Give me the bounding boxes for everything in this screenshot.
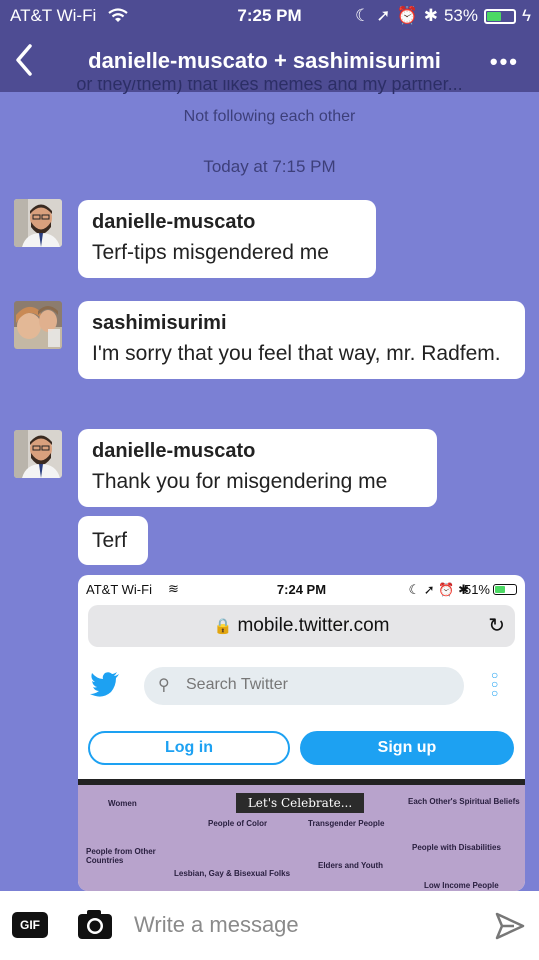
- avatar[interactable]: [14, 301, 62, 349]
- attachment-status-bar: AT&T Wi-Fi ≋ 7:24 PM ☾ ➚ ⏰ ✱ 51%: [78, 575, 525, 603]
- poster-item: People from Other Countries: [86, 847, 156, 865]
- reload-icon: ↻: [488, 615, 505, 637]
- battery-icon: [493, 584, 517, 595]
- moon-icon: ☾: [355, 6, 371, 25]
- twitter-bird-icon: [90, 672, 119, 697]
- poster-item: Low Income People: [424, 881, 499, 890]
- message-text: I'm sorry that you feel that way, mr. Ra…: [92, 342, 501, 365]
- message-sender[interactable]: danielle-muscato: [92, 211, 362, 234]
- avatar[interactable]: [14, 430, 62, 478]
- status-icons: ☾ ➚ ⏰ ✱: [408, 582, 469, 597]
- bluetooth-icon: ✱: [423, 6, 438, 25]
- message-text: Thank you for misgendering me: [92, 470, 388, 493]
- message-sender[interactable]: sashimisurimi: [92, 312, 511, 335]
- location-icon: ➚: [376, 6, 391, 25]
- battery-percent: 53%: [443, 6, 478, 25]
- send-icon[interactable]: [494, 910, 526, 942]
- poster-item: Transgender People: [308, 819, 385, 828]
- twitter-search-row: ⚲ Search Twitter ○ ○ ○: [78, 667, 525, 707]
- more-options-icon[interactable]: •••: [490, 49, 519, 75]
- message-composer: GIF: [0, 891, 539, 960]
- gif-button[interactable]: GIF: [12, 912, 48, 938]
- alarm-icon: ⏰: [396, 6, 418, 25]
- battery-icon: [484, 8, 516, 24]
- message-bubble: danielle-muscato Terf-tips misgendered m…: [78, 200, 376, 278]
- message-bubble: sashimisurimi I'm sorry that you feel th…: [78, 301, 525, 379]
- message-input[interactable]: [134, 910, 464, 940]
- charging-icon: ϟ: [522, 6, 531, 25]
- address-bar: 🔒 mobile.twitter.com ↻: [88, 605, 515, 647]
- poster-item: Elders and Youth: [318, 861, 384, 870]
- back-chevron-icon[interactable]: [10, 42, 40, 78]
- search-placeholder: Search Twitter: [186, 676, 288, 693]
- follow-status: Not following each other: [183, 108, 356, 125]
- camera-icon[interactable]: [77, 908, 113, 940]
- poster-item: People of Color: [208, 819, 268, 828]
- battery-percent: 51%: [463, 582, 490, 597]
- poster-item: People with Disabilities: [412, 843, 501, 852]
- message-text: Terf: [92, 529, 128, 552]
- search-icon: ⚲: [158, 677, 170, 694]
- conversation-title: danielle-muscato + sashimisurimi: [88, 48, 441, 73]
- image-attachment[interactable]: AT&T Wi-Fi ≋ 7:24 PM ☾ ➚ ⏰ ✱ 51% 🔒 mobil…: [78, 575, 525, 891]
- poster-title: Let's Celebrate...: [236, 793, 364, 813]
- url-text: mobile.twitter.com: [237, 615, 390, 636]
- message-text: Terf-tips misgendered me: [92, 241, 329, 264]
- poster-item: Lesbian, Gay & Bisexual Folks: [174, 869, 291, 878]
- lock-icon: 🔒: [213, 618, 233, 635]
- status-bar: AT&T Wi-Fi 7:25 PM ☾ ➚ ⏰ ✱ 53% ϟ: [0, 0, 539, 32]
- more-vertical-icon: ○ ○ ○: [491, 668, 499, 700]
- poster-item: Each Other's Spiritual Beliefs: [408, 797, 520, 806]
- avatar[interactable]: [14, 199, 62, 247]
- message-bubble: danielle-muscato Thank you for misgender…: [78, 429, 437, 507]
- message-sender[interactable]: danielle-muscato: [92, 440, 423, 463]
- poster-image: Let's Celebrate... Women People of Color…: [78, 779, 525, 891]
- twitter-search-field: ⚲ Search Twitter: [144, 667, 464, 705]
- participant-bio: or they/them) that likes memes and my pa…: [76, 80, 463, 94]
- login-button: Log in: [88, 731, 290, 765]
- conversation-timestamp: Today at 7:15 PM: [203, 157, 336, 176]
- message-bubble: Terf: [78, 516, 148, 565]
- signup-button: Sign up: [300, 731, 514, 765]
- poster-item: Women: [108, 799, 137, 808]
